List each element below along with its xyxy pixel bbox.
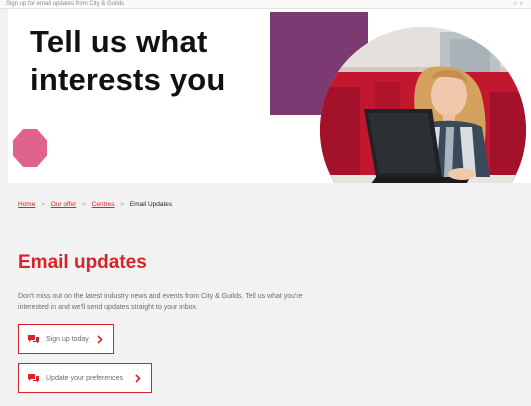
chevron-right-icon: > xyxy=(82,201,86,208)
sign-up-today-button[interactable]: Sign up today xyxy=(18,324,114,354)
sign-up-today-label: Sign up today xyxy=(46,335,89,343)
chat-icon xyxy=(28,335,39,344)
breadcrumb-current-page: Email Updates xyxy=(129,201,173,208)
chevron-right-icon: > xyxy=(41,201,45,208)
page: Sign up for email updates from City & Gu… xyxy=(0,0,531,406)
main-content: Home > Our offer > Centres > Email Updat… xyxy=(8,183,531,406)
breadcrumb-centres-link[interactable]: Centres xyxy=(92,201,115,208)
hero-banner: Tell us what interests you xyxy=(8,9,531,183)
chevron-right-icon: > xyxy=(120,201,125,208)
intro-text: Don't miss out on the latest industry ne… xyxy=(18,293,303,311)
breadcrumb-home-link[interactable]: Home xyxy=(18,201,35,208)
hero-title: Tell us what interests you xyxy=(30,23,226,99)
hero-title-line-2: interests you xyxy=(30,62,226,97)
chevron-right-icon xyxy=(135,373,141,383)
update-preferences-label: Update your preferences xyxy=(46,374,124,382)
chevron-right-icon xyxy=(97,334,103,344)
browser-tab-title: Sign up for email updates from City & Gu… xyxy=(6,1,125,7)
browser-top-bar: Sign up for email updates from City & Gu… xyxy=(0,0,531,9)
hero-title-line-1: Tell us what xyxy=(30,24,208,59)
breadcrumb: Home > Our offer > Centres > Email Updat… xyxy=(18,200,172,209)
update-preferences-button[interactable]: Update your preferences xyxy=(18,363,152,393)
page-title: Email updates xyxy=(18,252,147,273)
browser-toolbar-icons[interactable]: ☆ ⌕ xyxy=(512,0,523,8)
decorative-pink-octagon xyxy=(13,129,47,167)
breadcrumb-our-offer-link[interactable]: Our offer xyxy=(51,201,77,208)
chat-icon xyxy=(28,374,39,383)
